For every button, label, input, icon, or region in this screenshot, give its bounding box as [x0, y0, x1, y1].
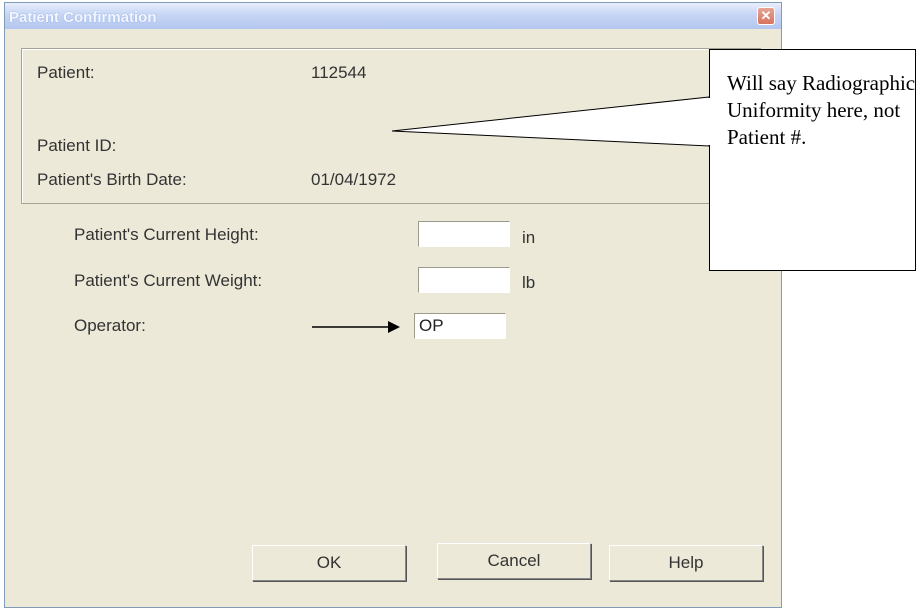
callout-pointer: [391, 96, 710, 147]
operator-arrow-head: [388, 321, 400, 333]
annotation-overlay: [312, 96, 711, 333]
